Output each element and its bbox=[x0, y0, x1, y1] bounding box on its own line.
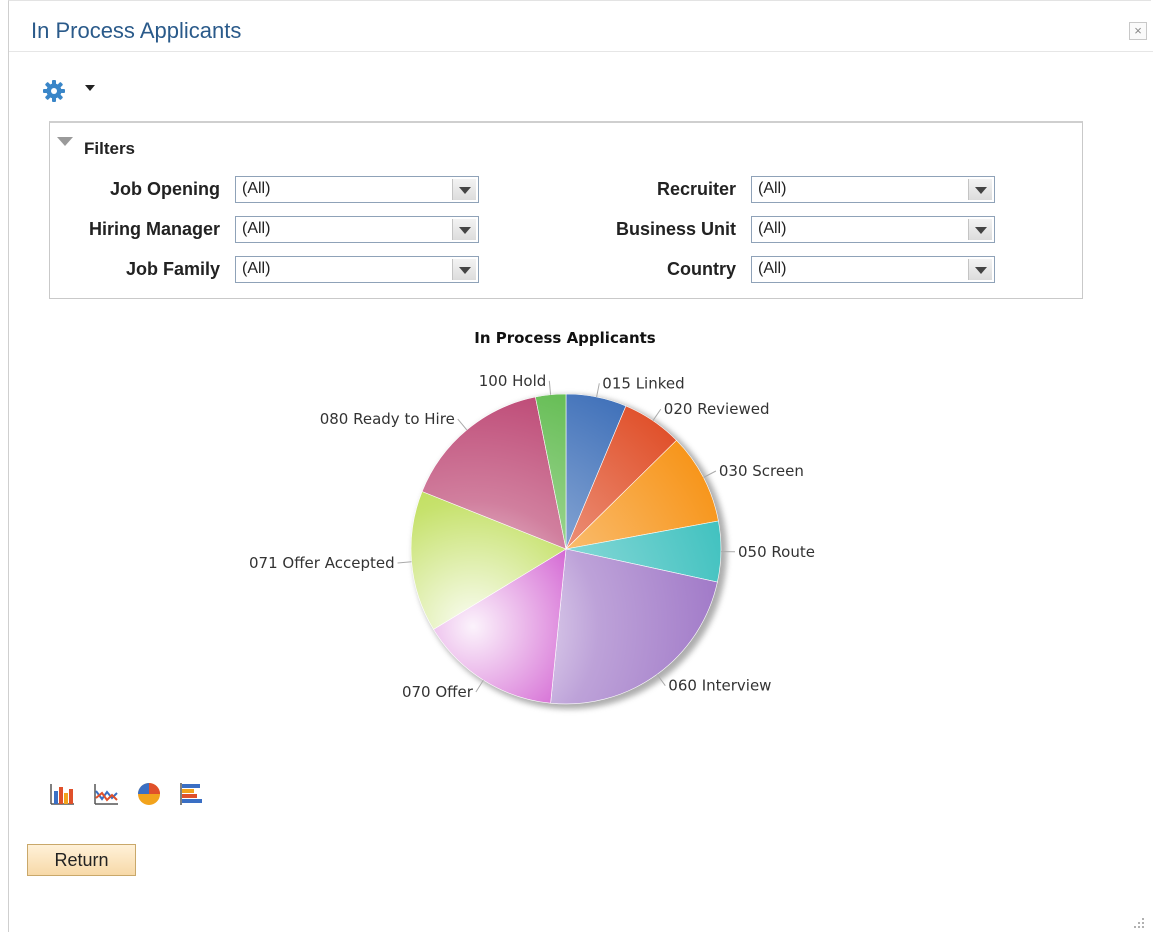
pie-slice-label: 015 Linked bbox=[602, 374, 684, 392]
resize-grip-icon[interactable] bbox=[1130, 914, 1146, 930]
pie-chart: In Process Applicants 015 Linked 020 Revi… bbox=[249, 329, 815, 709]
pie-slice-label: 070 Offer bbox=[402, 683, 474, 701]
return-button[interactable]: Return bbox=[27, 844, 136, 876]
pie-leader-line bbox=[652, 408, 662, 421]
pie-leader-line bbox=[457, 418, 468, 431]
horizontal-bar-chart-icon[interactable] bbox=[179, 781, 205, 807]
pie-slice-label: 030 Screen bbox=[719, 462, 804, 480]
chart-title: In Process Applicants bbox=[474, 329, 656, 347]
pie-slice-label: 060 Interview bbox=[668, 677, 771, 695]
pie-leader-line bbox=[475, 679, 484, 693]
pie-leader-line bbox=[397, 561, 412, 564]
bar-chart-icon[interactable] bbox=[49, 781, 75, 807]
pie-slice-label: 100 Hold bbox=[479, 372, 547, 390]
pie-slice-label: 050 Route bbox=[738, 543, 815, 561]
pie-slice-label: 071 Offer Accepted bbox=[249, 554, 395, 572]
pie-leader-line bbox=[596, 383, 600, 398]
line-chart-icon[interactable] bbox=[93, 781, 119, 807]
pie-slice-label: 020 Reviewed bbox=[664, 400, 770, 418]
pie-slices bbox=[410, 393, 722, 705]
pie-chart-icon[interactable] bbox=[136, 781, 162, 807]
pie-slice-label: 080 Ready to Hire bbox=[320, 410, 455, 428]
pie-leader-line bbox=[548, 380, 552, 395]
